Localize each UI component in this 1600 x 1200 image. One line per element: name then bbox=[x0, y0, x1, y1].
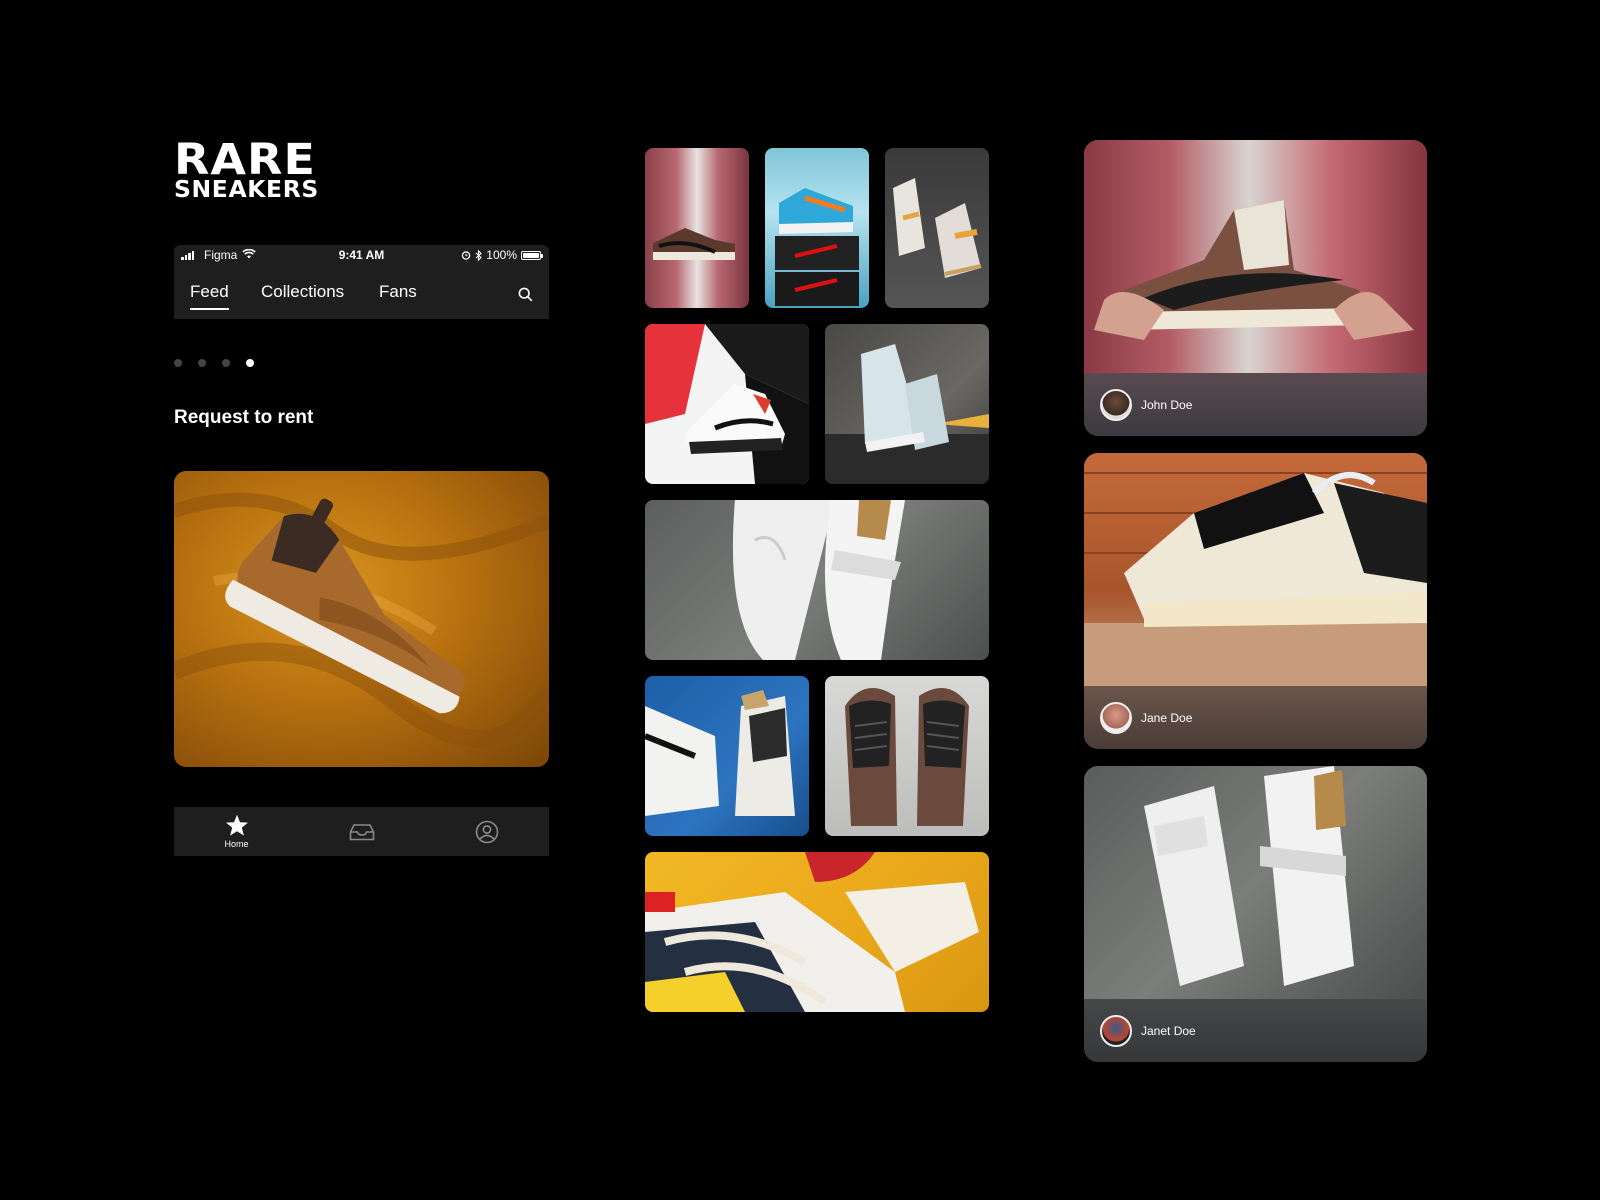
battery-percent: 100% bbox=[486, 248, 517, 262]
grid-photo[interactable] bbox=[825, 676, 989, 836]
nav-inbox[interactable] bbox=[299, 807, 424, 856]
user-circle-icon bbox=[475, 820, 498, 843]
post-footer: John Doe bbox=[1084, 373, 1427, 436]
post-card[interactable]: Janet Doe bbox=[1084, 766, 1427, 1062]
brand-line-1: RARE bbox=[174, 134, 316, 184]
status-bar: Figma 9:41 AM 100% bbox=[174, 245, 549, 265]
tab-collections[interactable]: Collections bbox=[261, 282, 344, 302]
carousel-dot-active[interactable] bbox=[246, 359, 254, 367]
grid-photo[interactable] bbox=[885, 148, 989, 308]
alarm-icon bbox=[462, 251, 471, 260]
post-card[interactable]: Jane Doe bbox=[1084, 453, 1427, 749]
post-image bbox=[1084, 140, 1427, 373]
grid-photo[interactable] bbox=[765, 148, 869, 308]
star-icon bbox=[225, 814, 248, 836]
brand-logo: RARE SNEAKERS bbox=[174, 138, 319, 202]
bluetooth-icon bbox=[475, 249, 483, 261]
post-footer: Janet Doe bbox=[1084, 999, 1427, 1062]
grid-photo[interactable] bbox=[645, 500, 989, 660]
avatar[interactable] bbox=[1100, 701, 1132, 734]
post-footer: Jane Doe bbox=[1084, 686, 1427, 749]
carousel-pagination bbox=[174, 359, 254, 367]
grid-photo[interactable] bbox=[825, 324, 989, 484]
carousel-dot[interactable] bbox=[222, 359, 230, 367]
carousel-dot[interactable] bbox=[198, 359, 206, 367]
grid-photo[interactable] bbox=[645, 676, 809, 836]
section-title: Request to rent bbox=[174, 407, 314, 428]
post-username[interactable]: Jane Doe bbox=[1141, 711, 1192, 725]
tab-feed[interactable]: Feed bbox=[190, 282, 229, 310]
grid-photo[interactable] bbox=[645, 852, 989, 1012]
nav-home-label: Home bbox=[224, 839, 249, 849]
bottom-navigation: Home bbox=[174, 807, 549, 856]
grid-photo[interactable] bbox=[645, 324, 809, 484]
battery-icon bbox=[521, 250, 543, 260]
grid-photo[interactable] bbox=[645, 148, 749, 308]
tab-bar: Feed Collections Fans bbox=[174, 265, 549, 319]
inbox-icon bbox=[349, 823, 374, 840]
avatar[interactable] bbox=[1100, 388, 1132, 421]
post-image bbox=[1084, 766, 1427, 999]
carousel-dot[interactable] bbox=[174, 359, 182, 367]
featured-sneaker-image[interactable] bbox=[174, 471, 549, 767]
post-username[interactable]: John Doe bbox=[1141, 398, 1192, 412]
nav-home[interactable]: Home bbox=[174, 807, 299, 856]
tab-fans[interactable]: Fans bbox=[379, 282, 417, 302]
post-image bbox=[1084, 453, 1427, 686]
post-username[interactable]: Janet Doe bbox=[1141, 1024, 1196, 1038]
avatar[interactable] bbox=[1100, 1014, 1132, 1047]
nav-profile[interactable] bbox=[424, 807, 549, 856]
app-header: Figma 9:41 AM 100% Feed Collections Fans bbox=[174, 245, 549, 319]
search-icon[interactable] bbox=[518, 287, 533, 302]
post-card[interactable]: John Doe bbox=[1084, 140, 1427, 436]
